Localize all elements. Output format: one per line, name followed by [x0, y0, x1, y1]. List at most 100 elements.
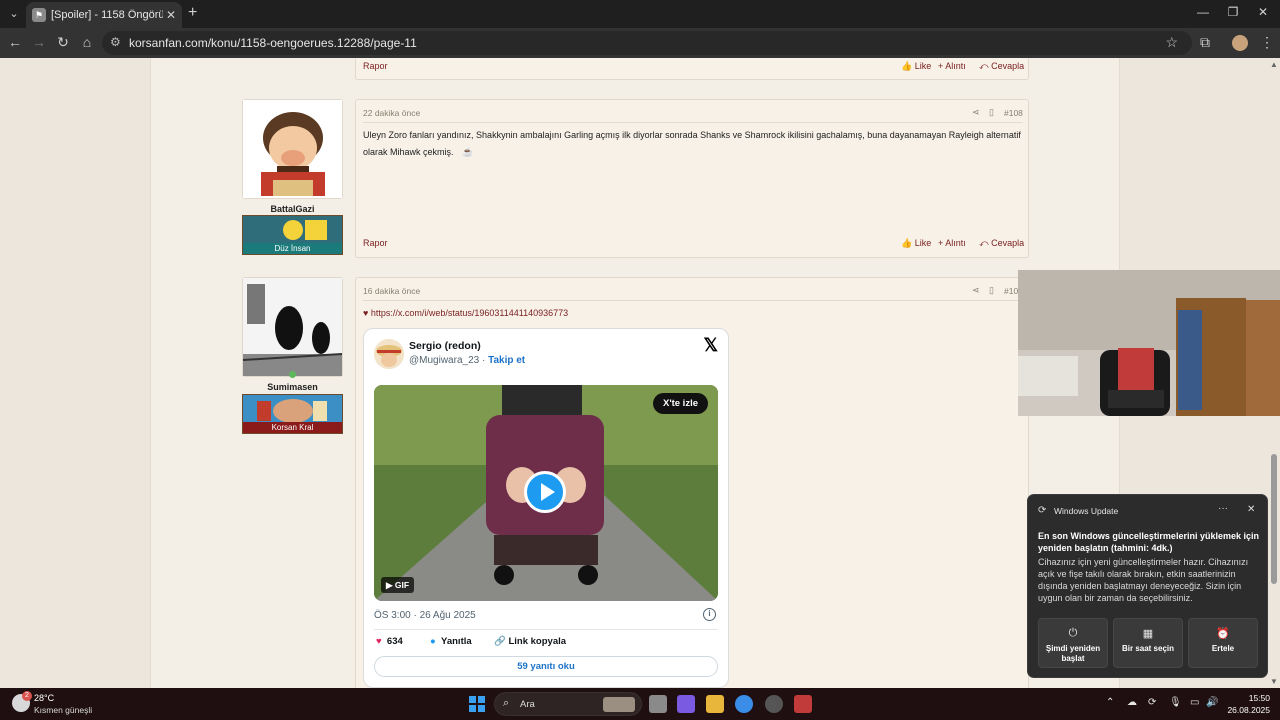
chrome-icon[interactable] — [735, 695, 753, 713]
microphone-icon[interactable]: 🎙 — [1169, 697, 1182, 708]
post-username[interactable]: BattalGazi — [242, 204, 343, 214]
bookmark-icon[interactable]: ▯ — [989, 285, 994, 296]
network-icon[interactable]: ▭ — [1190, 697, 1199, 708]
file-explorer-icon[interactable] — [706, 695, 724, 713]
like-button[interactable]: 👍 Like — [901, 238, 931, 249]
follow-button[interactable]: Takip et — [488, 355, 525, 366]
browser-menu-icon[interactable]: ⋮ — [1258, 34, 1276, 51]
avatar-image — [243, 100, 342, 198]
tweet-timestamp[interactable]: ÖS 3:00 · 26 Ağu 2025 — [374, 610, 476, 621]
site-info-icon[interactable]: ⚙ — [110, 35, 121, 49]
restart-now-button[interactable]: ⏻ Şimdi yeniden başlat — [1038, 618, 1108, 668]
heart-icon: ♥ — [376, 636, 382, 647]
snooze-button[interactable]: ⏰ Ertele — [1188, 618, 1258, 668]
copilot-icon[interactable] — [677, 695, 695, 713]
new-tab-plus-icon[interactable]: + — [188, 4, 197, 22]
weather-temperature[interactable]: 28°C — [34, 693, 54, 703]
x-link-icon: ♥ — [363, 308, 369, 318]
forward-arrow-icon[interactable]: → — [30, 34, 48, 50]
extensions-icon[interactable]: ⧉ — [1196, 34, 1214, 51]
report-link[interactable]: Rapor — [363, 61, 388, 71]
more-options-icon[interactable]: ··· — [1218, 503, 1228, 514]
x-logo-icon[interactable]: 𝕏 — [703, 335, 718, 356]
reply-button[interactable]: ⤺ Cevapla — [979, 61, 1024, 72]
post-body: Uleyn Zoro fanları yandınız, Shakkynin a… — [363, 130, 1021, 157]
webcam-overlay — [1018, 270, 1280, 416]
like-count-button[interactable]: ♥ 634 — [376, 636, 403, 647]
bookmark-star-icon[interactable]: ☆ — [1165, 34, 1178, 51]
user-avatar-battalgazi[interactable] — [242, 99, 343, 199]
reload-icon[interactable]: ↻ — [54, 34, 72, 51]
tweet-link[interactable]: ♥ https://x.com/i/web/status/19603114411… — [363, 308, 568, 318]
watch-on-x-button[interactable]: X'te izle — [653, 393, 708, 414]
user-rank-banner: Korsan Kral — [242, 394, 343, 434]
clock-date[interactable]: 26.08.2025 — [1222, 705, 1270, 715]
browser-toolbar: ← → ↻ ⌂ ⚙ korsanfan.com/konu/1158-oengoe… — [0, 28, 1280, 58]
post-time[interactable]: 16 dakika önce — [363, 286, 420, 296]
taskbar-search[interactable]: ⌕ Ara — [494, 692, 642, 716]
emoji-icon: ☕ — [462, 147, 474, 157]
profile-avatar-icon[interactable] — [1232, 35, 1248, 51]
window-restore-icon[interactable]: ❐ — [1218, 5, 1248, 19]
quote-button[interactable]: + Alıntı — [938, 61, 966, 71]
scroll-up-icon[interactable]: ▲ — [1270, 60, 1278, 69]
tweet-author-handle: @Mugiwara_23 · Takip et — [409, 355, 526, 366]
post-number[interactable]: #10 — [1004, 286, 1018, 296]
post-divider — [363, 300, 1023, 301]
volume-icon[interactable]: 🔊 — [1206, 697, 1218, 708]
app-icon[interactable] — [765, 695, 783, 713]
post-username[interactable]: Sumimasen — [242, 382, 343, 392]
play-button-icon[interactable] — [524, 471, 566, 513]
post-time[interactable]: 22 dakika önce — [363, 108, 420, 118]
user-avatar-sumimasen[interactable] — [242, 277, 343, 377]
address-url[interactable]: korsanfan.com/konu/1158-oengoerues.12288… — [129, 36, 417, 50]
browser-tab-active[interactable]: ⚑ [Spoiler] - 1158 Öngörüş | Sayfa ✕ — [26, 2, 182, 28]
info-icon[interactable]: i — [703, 608, 716, 621]
tweet-gif-media[interactable]: X'te izle ▶ GIF — [374, 385, 718, 601]
tab-title: [Spoiler] - 1158 Öngörüş | Sayfa — [51, 9, 163, 21]
user-rank-label: Düz İnsan — [243, 243, 342, 254]
rank-banner-image — [243, 216, 342, 244]
scroll-down-icon[interactable]: ▼ — [1270, 677, 1278, 686]
tray-sync-icon[interactable]: ⟳ — [1148, 697, 1156, 708]
tab-search-chevron-icon[interactable]: ⌄ — [4, 4, 24, 24]
gif-badge: ▶ GIF — [381, 577, 415, 593]
home-icon[interactable]: ⌂ — [78, 34, 96, 50]
app-icon[interactable] — [794, 695, 812, 713]
tweet-author-avatar[interactable] — [374, 339, 404, 369]
power-icon: ⏻ — [1068, 627, 1078, 639]
quote-button[interactable]: + Alıntı — [938, 238, 966, 248]
start-button-windows-icon[interactable] — [469, 696, 485, 712]
bookmark-icon[interactable]: ▯ — [989, 107, 994, 118]
pick-time-button[interactable]: ▦ Bir saat seçin — [1113, 618, 1183, 668]
weather-description[interactable]: Kısmen güneşli — [34, 705, 92, 715]
share-icon[interactable]: ⋖ — [972, 107, 980, 118]
window-close-icon[interactable]: ✕ — [1248, 5, 1278, 19]
task-view-icon[interactable] — [649, 695, 667, 713]
close-notification-icon[interactable]: ✕ — [1247, 504, 1255, 515]
post-number[interactable]: #108 — [1004, 108, 1023, 118]
copy-link-button[interactable]: 🔗 Link kopyala — [494, 636, 566, 647]
tray-chevron-up-icon[interactable]: ⌃ — [1106, 697, 1114, 708]
tweet-embed[interactable]: Sergio (redon) @Mugiwara_23 · Takip et 𝕏… — [363, 328, 729, 688]
user-rank-label: Korsan Kral — [243, 422, 342, 433]
back-arrow-icon[interactable]: ← — [6, 34, 24, 50]
window-minimize-icon[interactable]: — — [1188, 5, 1218, 19]
windows-update-notification[interactable]: ⟳ Windows Update ··· ✕ En son Windows gü… — [1027, 494, 1268, 678]
reply-button[interactable]: ⤺ Cevapla — [979, 238, 1024, 249]
like-button[interactable]: 👍 Like — [901, 61, 931, 72]
tab-close-icon[interactable]: ✕ — [166, 8, 176, 22]
address-bar[interactable]: ⚙ korsanfan.com/konu/1158-oengoerues.122… — [102, 31, 1192, 55]
weather-badge: 2 — [22, 691, 32, 701]
search-icon: ⌕ — [503, 697, 510, 709]
clock-time[interactable]: 15:50 — [1244, 693, 1270, 703]
read-replies-button[interactable]: 59 yanıtı oku — [374, 656, 718, 677]
reply-button[interactable]: ● Yanıtla — [430, 636, 472, 647]
report-link[interactable]: Rapor — [363, 238, 388, 248]
tray-app-icon[interactable]: ☁ — [1127, 697, 1137, 708]
link-icon: 🔗 — [494, 636, 506, 647]
rank-banner-image — [243, 395, 342, 423]
tweet-author-name[interactable]: Sergio (redon) — [409, 340, 481, 352]
share-icon[interactable]: ⋖ — [972, 285, 980, 296]
scrollbar-thumb[interactable] — [1271, 454, 1277, 584]
